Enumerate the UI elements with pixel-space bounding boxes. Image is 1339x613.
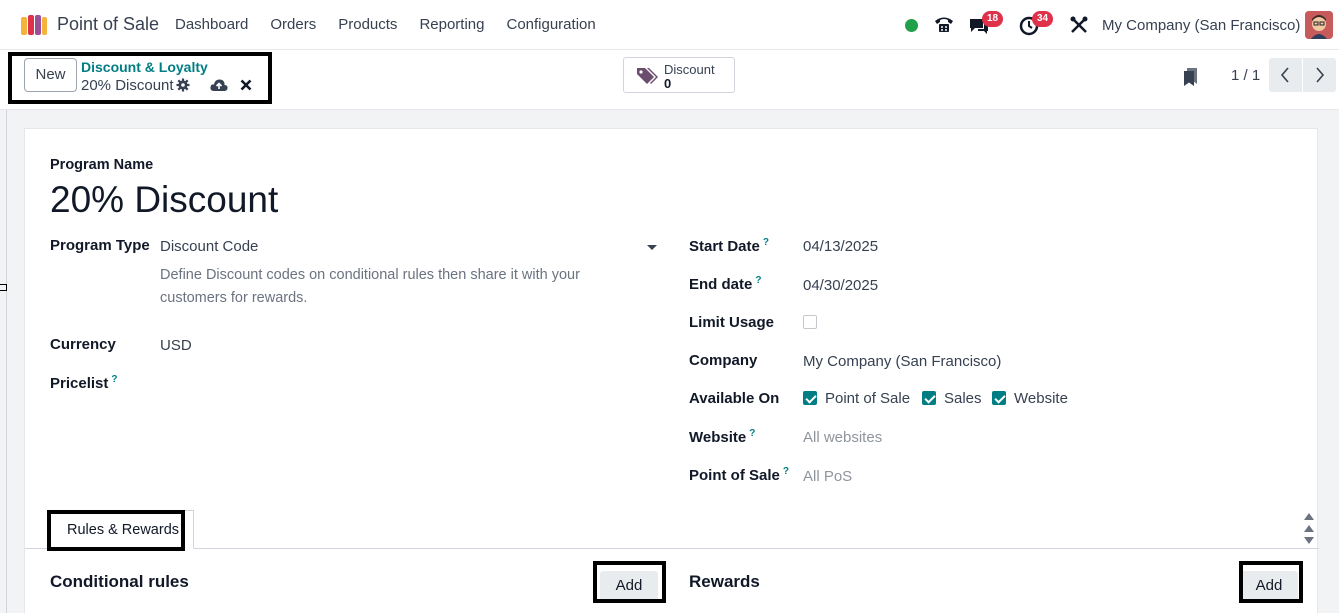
available-on-sales-label[interactable]: Sales <box>944 390 982 407</box>
gear-icon[interactable] <box>176 78 190 92</box>
start-date-label: Start Date? <box>689 237 769 255</box>
phone-icon[interactable] <box>933 14 955 34</box>
program-type-description: Define Discount codes on conditional rul… <box>160 267 580 306</box>
pricelist-label-text: Pricelist <box>50 375 109 392</box>
main-menu: Dashboard Orders Products Reporting Conf… <box>175 16 618 33</box>
help-icon[interactable]: ? <box>749 428 755 439</box>
smart-button-label: Discount <box>664 62 715 77</box>
website-field[interactable]: All websites <box>803 429 882 446</box>
start-date-label-text: Start Date <box>689 238 760 255</box>
highlight-box-tab <box>47 510 185 551</box>
cloud-save-icon[interactable] <box>210 78 228 92</box>
program-name-field[interactable]: 20% Discount <box>50 179 278 221</box>
menu-item-dashboard[interactable]: Dashboard <box>175 16 248 33</box>
app-name[interactable]: Point of Sale <box>57 14 159 35</box>
menu-item-orders[interactable]: Orders <box>270 16 316 33</box>
available-on-label: Available On <box>689 390 780 407</box>
chevron-right-icon <box>1316 67 1325 83</box>
breadcrumb-parent[interactable]: Discount & Loyalty <box>81 59 208 75</box>
new-button[interactable]: New <box>24 58 77 92</box>
tools-icon[interactable] <box>1069 15 1089 35</box>
pager-value[interactable]: 1 / 1 <box>1231 67 1260 84</box>
chevron-left-icon <box>1280 67 1289 83</box>
tabs-divider <box>25 548 1319 549</box>
scroll-up-icon[interactable] <box>1304 525 1314 532</box>
program-type-label: Program Type <box>50 237 150 254</box>
help-icon[interactable]: ? <box>763 237 769 248</box>
rewards-title: Rewards <box>689 572 760 591</box>
program-name-label: Program Name <box>50 157 154 173</box>
pager-next-button[interactable] <box>1303 58 1336 92</box>
pos-label: Point of Sale? <box>689 466 789 484</box>
smart-button-count: 0 <box>664 76 672 91</box>
user-avatar[interactable] <box>1305 11 1333 39</box>
left-divider <box>6 110 7 613</box>
form-sheet: Program Name 20% Discount Program Type D… <box>24 128 1319 613</box>
pricelist-label: Pricelist? <box>50 374 117 392</box>
bookmark-icon[interactable] <box>1183 67 1199 87</box>
top-navbar: Point of Sale Dashboard Orders Products … <box>0 0 1339 50</box>
menu-item-products[interactable]: Products <box>338 16 397 33</box>
pos-label-text: Point of Sale <box>689 467 780 484</box>
website-label: Website? <box>689 428 755 446</box>
company-field[interactable]: My Company (San Francisco) <box>803 353 1001 370</box>
available-on-website-checkbox[interactable] <box>992 391 1006 405</box>
company-switcher[interactable]: My Company (San Francisco) <box>1102 17 1300 34</box>
menu-item-configuration[interactable]: Configuration <box>506 16 595 33</box>
scroll-up-icon[interactable] <box>1304 513 1314 520</box>
currency-label: Currency <box>50 336 116 353</box>
help-icon[interactable]: ? <box>111 374 117 385</box>
chevron-down-icon[interactable] <box>647 245 657 250</box>
end-date-field[interactable]: 04/30/2025 <box>803 277 878 294</box>
breadcrumb-current: 20% Discount <box>81 77 174 94</box>
control-panel: New Discount & Loyalty 20% Discount Disc… <box>0 50 1339 110</box>
activity-count-badge: 34 <box>1032 11 1054 27</box>
limit-usage-label: Limit Usage <box>689 314 775 331</box>
website-label-text: Website <box>689 429 747 446</box>
start-date-field[interactable]: 04/13/2025 <box>803 238 878 255</box>
chat-count-badge: 18 <box>982 11 1004 27</box>
scroll-down-icon[interactable] <box>1304 537 1314 544</box>
highlight-box-add-reward <box>1239 561 1303 603</box>
program-type-select[interactable]: Discount Code <box>160 238 258 255</box>
highlight-box-add-rule <box>593 561 666 603</box>
available-on-pos-label[interactable]: Point of Sale <box>825 390 910 407</box>
status-dot[interactable] <box>905 19 918 32</box>
help-icon[interactable]: ? <box>755 275 761 286</box>
discount-smart-button[interactable]: Discount 0 <box>623 57 735 93</box>
conditional-rules-title: Conditional rules <box>50 572 189 591</box>
currency-field[interactable]: USD <box>160 337 192 354</box>
pos-app-icon[interactable] <box>20 13 48 37</box>
limit-usage-checkbox[interactable] <box>803 315 817 329</box>
available-on-pos-checkbox[interactable] <box>803 391 817 405</box>
end-date-label-text: End date <box>689 276 753 293</box>
pager-previous-button[interactable] <box>1269 58 1302 92</box>
tag-icon <box>637 68 658 84</box>
left-marker <box>0 284 7 291</box>
discard-icon[interactable] <box>240 79 252 91</box>
help-icon[interactable]: ? <box>783 466 789 477</box>
available-on-sales-checkbox[interactable] <box>922 391 936 405</box>
available-on-website-label[interactable]: Website <box>1014 390 1068 407</box>
company-label: Company <box>689 352 758 369</box>
end-date-label: End date? <box>689 275 761 293</box>
menu-item-reporting[interactable]: Reporting <box>419 16 484 33</box>
pos-field[interactable]: All PoS <box>803 468 852 485</box>
